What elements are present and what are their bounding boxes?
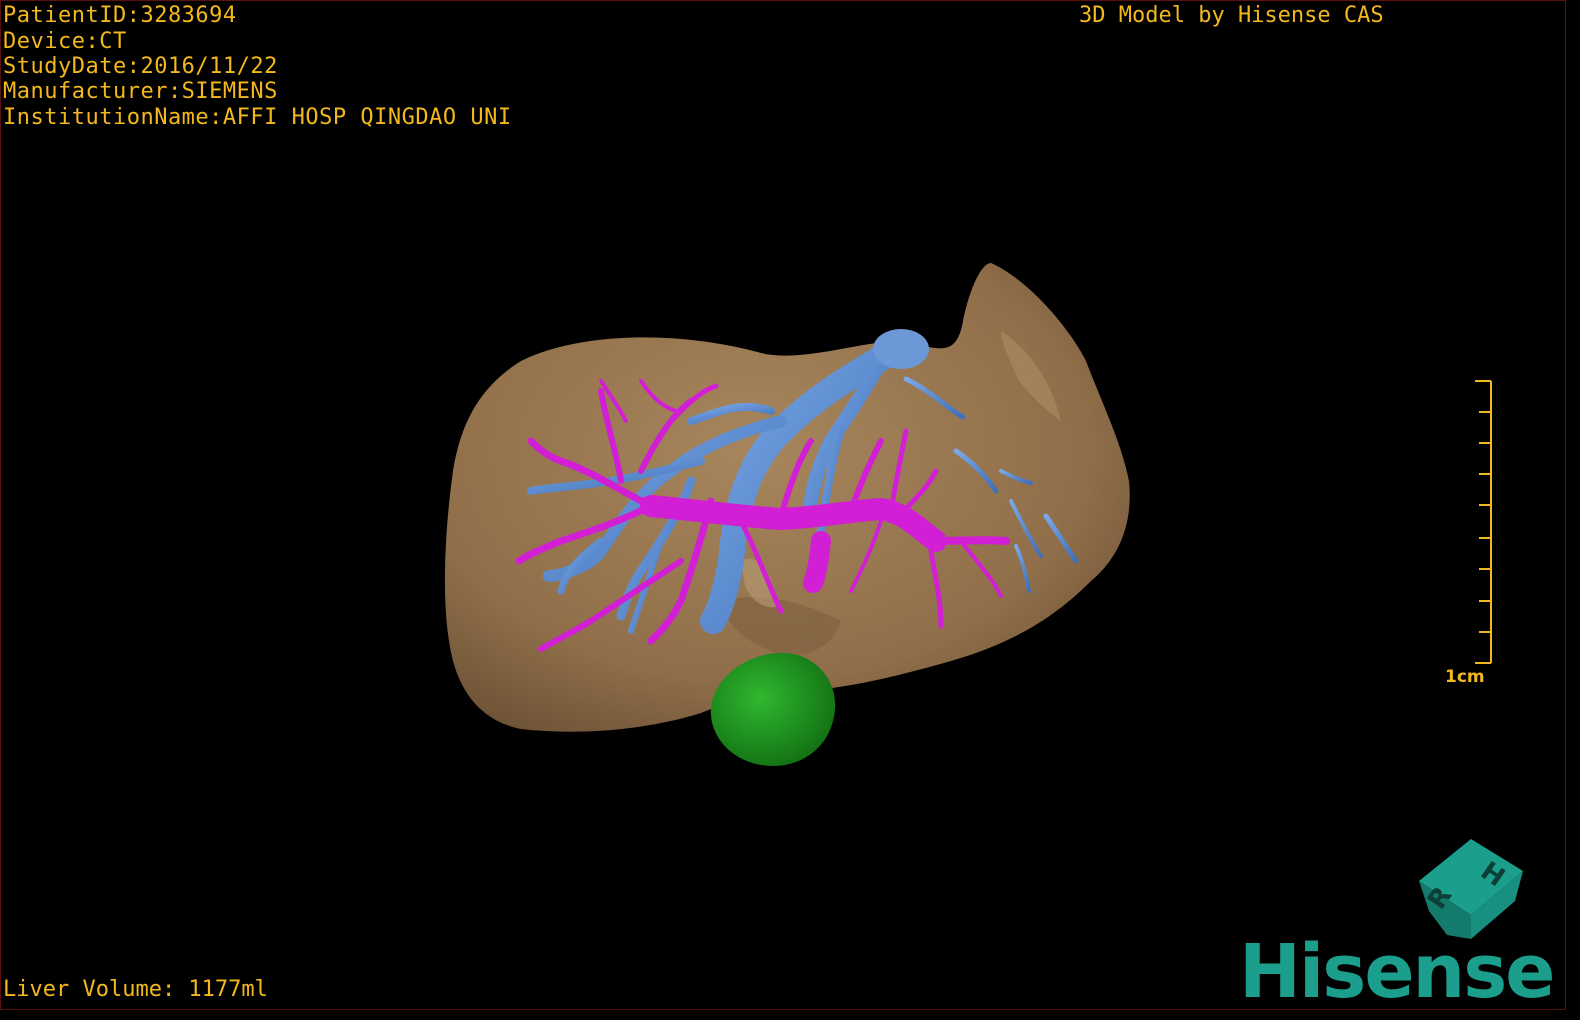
scale-bar [1475,380,1492,664]
model-title: 3D Model by Hisense CAS [1079,3,1384,28]
patient-id-label: PatientID:3283694 [3,3,237,28]
device-label: Device:CT [3,29,127,54]
orientation-cube-icon[interactable]: H R [1411,831,1531,941]
3d-viewport[interactable]: PatientID:3283694 Device:CT StudyDate:20… [0,0,1567,1015]
manufacturer-label: Manufacturer:SIEMENS [3,79,278,104]
liver-3d-model[interactable] [1,1,1567,1011]
ivc-stump [873,329,929,369]
hisense-logo: Hisense [1239,929,1555,1015]
study-date-label: StudyDate:2016/11/22 [3,54,278,79]
scale-bar-label: 1cm [1445,667,1485,687]
liver-volume-label: Liver Volume: 1177ml [3,977,268,1002]
institution-label: InstitutionName:AFFI HOSP QINGDAO UNI [3,105,512,130]
